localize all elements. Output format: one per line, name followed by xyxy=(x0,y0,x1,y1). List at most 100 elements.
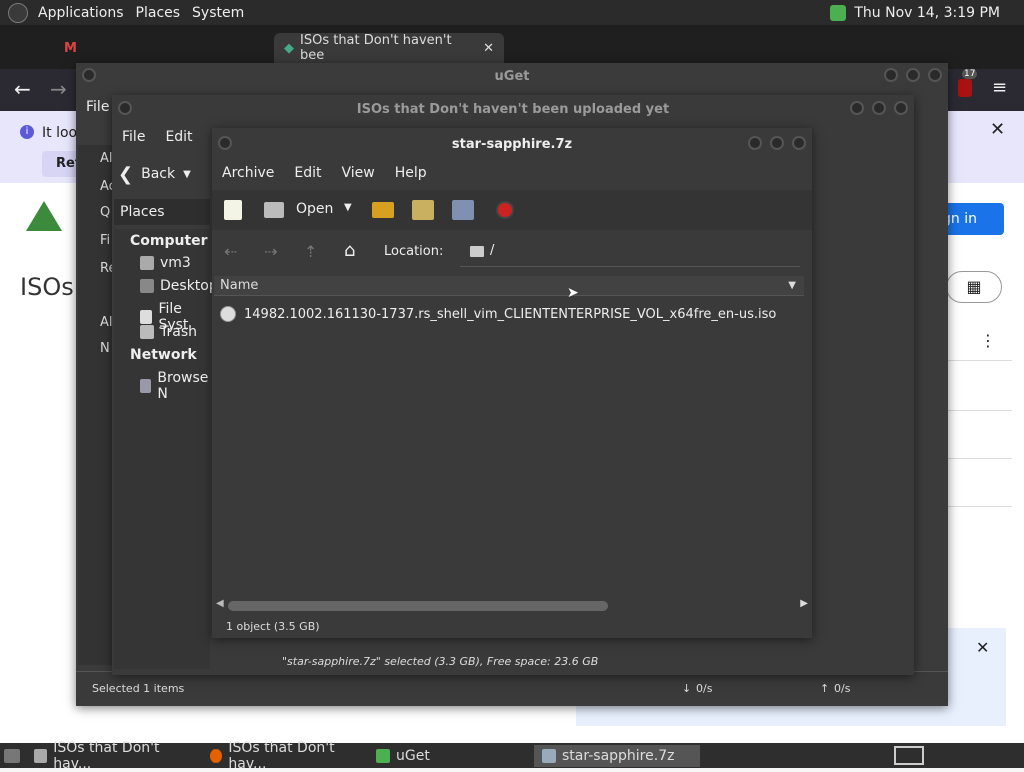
places-header[interactable]: Places xyxy=(114,199,210,225)
archive-menu-edit[interactable]: Edit xyxy=(294,165,321,181)
upload-rate: 0/s xyxy=(834,682,851,695)
close-notification-icon[interactable]: ✕ xyxy=(990,119,1005,140)
close-tab-icon[interactable]: ✕ xyxy=(483,41,494,56)
network-heading: Network xyxy=(130,347,197,363)
browser-tab-gmail[interactable]: M xyxy=(54,33,87,63)
minimize-button[interactable] xyxy=(748,136,762,150)
location-field[interactable]: / xyxy=(460,238,800,267)
uget-pane-item[interactable]: Al xyxy=(100,315,113,330)
uget-tray-icon[interactable] xyxy=(830,4,847,21)
maximize-button[interactable] xyxy=(872,101,886,115)
archive-menu-view[interactable]: View xyxy=(342,165,375,181)
forward-arrow-icon[interactable]: → xyxy=(50,77,67,101)
up-nav-icon[interactable]: ⇡ xyxy=(304,242,317,261)
extract-icon[interactable] xyxy=(372,202,394,218)
uget-icon xyxy=(376,748,390,763)
window-menu-button[interactable] xyxy=(82,68,96,82)
back-arrow-icon[interactable]: ← xyxy=(14,77,31,101)
sidebar-item-trash[interactable]: Trash xyxy=(140,324,197,340)
grid-view-icon[interactable]: ▦ xyxy=(946,271,1002,303)
archive-status-text: 1 object (3.5 GB) xyxy=(226,620,320,633)
sidebar-item-label: Desktop xyxy=(160,278,218,294)
sort-dropdown-icon[interactable]: ▼ xyxy=(788,280,796,291)
scrollbar-thumb[interactable] xyxy=(228,601,608,611)
sidebar-item-label: Browse N xyxy=(157,370,209,402)
fm-titlebar: ISOs that Don't haven't been uploaded ye… xyxy=(112,95,914,123)
sidebar-item-browse-network[interactable]: Browse N xyxy=(140,370,211,402)
fm-menu-edit[interactable]: Edit xyxy=(165,129,192,145)
applications-menu[interactable]: Applications xyxy=(32,5,130,21)
taskbar: ISOs that Don't hav... ISOs that Don't h… xyxy=(0,740,1024,772)
sidebar-item-vm3[interactable]: vm3 xyxy=(140,255,191,271)
more-options-icon[interactable]: ⋮ xyxy=(980,331,996,350)
minimize-button[interactable] xyxy=(850,101,864,115)
trash-icon xyxy=(140,325,154,339)
tab-title: ISOs that Don't haven't bee xyxy=(300,33,452,63)
taskbar-item-uget[interactable]: uGet xyxy=(368,745,534,767)
column-header-name[interactable]: Name ▼ xyxy=(214,276,804,296)
minimize-button[interactable] xyxy=(884,68,898,82)
close-button[interactable] xyxy=(928,68,942,82)
archive-icon xyxy=(542,748,556,763)
back-icon: ❮ xyxy=(118,163,134,185)
system-menu[interactable]: System xyxy=(186,5,250,21)
location-label: Location: xyxy=(384,244,444,259)
sidebar-item-desktop[interactable]: Desktop xyxy=(140,278,218,294)
workspace-switcher[interactable] xyxy=(894,746,924,765)
hamburger-menu-icon[interactable]: ≡ xyxy=(992,77,1007,98)
applications-icon[interactable] xyxy=(8,2,28,23)
taskbar-item-label: uGet xyxy=(396,747,430,764)
uget-pane-item[interactable]: N xyxy=(100,341,110,356)
taskbar-item-firefox[interactable]: ISOs that Don't hav... xyxy=(202,740,368,772)
close-snackbar-icon[interactable]: ✕ xyxy=(976,638,989,657)
archive-menubar: Archive Edit View Help xyxy=(222,165,427,181)
archive-menu-archive[interactable]: Archive xyxy=(222,165,274,181)
places-menu[interactable]: Places xyxy=(130,5,187,21)
stop-icon[interactable] xyxy=(496,201,514,219)
taskbar-item-label: ISOs that Don't hav... xyxy=(53,739,160,772)
add-folder-icon[interactable] xyxy=(452,200,474,220)
close-button[interactable] xyxy=(894,101,908,115)
uget-pane-item[interactable]: Al xyxy=(100,151,113,166)
back-nav-icon[interactable]: ⇠ xyxy=(224,242,237,261)
browser-tab-active[interactable]: ◆ ISOs that Don't haven't bee ✕ xyxy=(274,33,504,63)
taskbar-item-archive[interactable]: star-sapphire.7z xyxy=(534,744,700,767)
open-label[interactable]: Open xyxy=(296,201,333,217)
taskbar-item-fm[interactable]: ISOs that Don't hav... xyxy=(26,740,202,772)
taskbar-item-label: star-sapphire.7z xyxy=(562,747,675,764)
uget-file-menu[interactable]: File xyxy=(86,99,109,115)
horizontal-scrollbar[interactable]: ◀ ▶ xyxy=(216,598,808,612)
google-drive-logo xyxy=(26,201,62,231)
forward-nav-icon[interactable]: ⇢ xyxy=(264,242,277,261)
drive-row-divider xyxy=(948,506,1012,507)
archive-statusbar: 1 object (3.5 GB) xyxy=(226,620,320,633)
scroll-right-icon[interactable]: ▶ xyxy=(800,598,808,609)
scroll-left-icon[interactable]: ◀ xyxy=(216,598,224,609)
uget-statusbar: Selected 1 items ↓ 0/s ↑ 0/s xyxy=(76,671,948,702)
archive-menu-help[interactable]: Help xyxy=(395,165,427,181)
fm-back-button[interactable]: ❮ Back ▼ xyxy=(118,157,212,191)
maximize-button[interactable] xyxy=(906,68,920,82)
close-button[interactable] xyxy=(792,136,806,150)
open-archive-icon[interactable] xyxy=(264,202,284,218)
home-icon[interactable]: ⌂ xyxy=(344,240,355,261)
firefox-icon xyxy=(210,748,223,763)
fm-menu-file[interactable]: File xyxy=(122,129,145,145)
uget-pane-item[interactable]: Fi xyxy=(100,233,110,248)
folder-icon xyxy=(470,246,484,257)
maximize-button[interactable] xyxy=(770,136,784,150)
page-heading: ISOs xyxy=(20,273,74,301)
mouse-cursor-icon: ➤ xyxy=(567,285,579,301)
window-menu-button[interactable] xyxy=(218,136,232,150)
open-dropdown-icon[interactable]: ▼ xyxy=(344,202,352,213)
fm-statusbar: "star-sapphire.7z" selected (3.3 GB), Fr… xyxy=(262,647,912,673)
new-archive-icon[interactable] xyxy=(224,200,242,220)
clock: Thu Nov 14, 3:19 PM xyxy=(854,4,1000,21)
add-files-icon[interactable] xyxy=(412,200,434,220)
uget-pane-item[interactable]: Q xyxy=(100,205,110,220)
window-menu-button[interactable] xyxy=(118,101,132,115)
ublock-badge[interactable] xyxy=(958,79,972,97)
show-desktop-icon[interactable] xyxy=(4,748,20,763)
back-dropdown-icon[interactable]: ▼ xyxy=(183,169,191,180)
file-row[interactable]: 14982.1002.161130-1737.rs_shell_vim_CLIE… xyxy=(214,302,804,326)
